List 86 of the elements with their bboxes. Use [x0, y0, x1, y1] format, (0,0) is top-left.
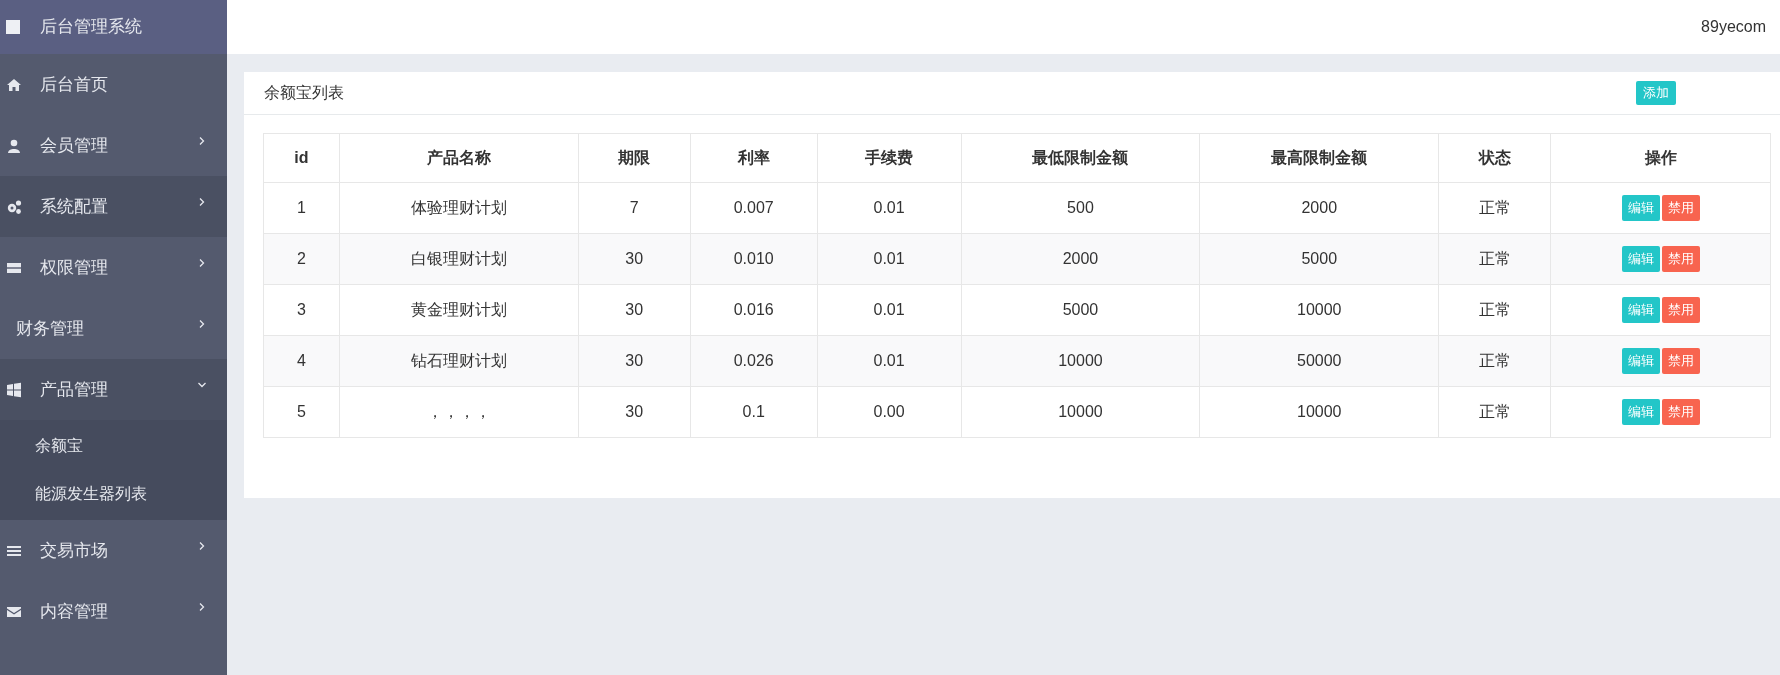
table-cell: 体验理财计划	[339, 182, 579, 234]
sidebar-item[interactable]: 会员管理	[0, 115, 227, 176]
column-header: 产品名称	[339, 133, 579, 183]
gears-icon	[6, 198, 22, 215]
table-cell: 5000	[961, 284, 1200, 336]
table-cell: 30	[578, 233, 691, 285]
column-header: id	[263, 133, 340, 183]
panel-title: 余额宝列表	[264, 83, 344, 103]
column-header: 操作	[1550, 133, 1771, 183]
home-icon	[6, 76, 22, 93]
table-cell: 50000	[1199, 335, 1439, 387]
sidebar-item[interactable]: 后台首页	[0, 54, 227, 115]
sidebar-item-label: 后台首页	[40, 73, 109, 96]
table-cell: 2000	[961, 233, 1200, 285]
table-cell: 0.01	[817, 335, 962, 387]
table-cell: 0.01	[817, 233, 962, 285]
sidebar-item-label: 内容管理	[40, 600, 109, 623]
disable-button[interactable]: 禁用	[1661, 246, 1700, 272]
table-cell: 2	[263, 233, 340, 285]
table-cell: 10000	[1199, 386, 1439, 438]
sidebar-item[interactable]: 交易市场	[0, 520, 227, 581]
table-cell: 0.1	[690, 386, 818, 438]
table-cell: 3	[263, 284, 340, 336]
column-header: 状态	[1438, 133, 1551, 183]
sidebar-item-label: 产品管理	[40, 378, 109, 401]
disable-button[interactable]: 禁用	[1661, 399, 1700, 425]
disable-button[interactable]: 禁用	[1661, 348, 1700, 374]
user-name: 89yecom	[1701, 17, 1766, 37]
add-button[interactable]: 添加	[1636, 81, 1676, 105]
sidebar-item-label: 权限管理	[40, 256, 109, 279]
column-header: 期限	[578, 133, 691, 183]
table-cell: 500	[961, 182, 1200, 234]
table-cell: 10000	[961, 386, 1200, 438]
user-icon	[6, 137, 22, 154]
table-cell: 30	[578, 335, 691, 387]
column-header: 最低限制金额	[961, 133, 1200, 183]
table-cell: 4	[263, 335, 340, 387]
sidebar-item-label: 会员管理	[40, 134, 109, 157]
table-cell: 30	[578, 284, 691, 336]
edit-button[interactable]: 编辑	[1621, 246, 1660, 272]
table-cell: 10000	[1199, 284, 1439, 336]
table-cell: 5000	[1199, 233, 1439, 285]
table-cell: 1	[263, 182, 340, 234]
table-cell: 白银理财计划	[339, 233, 579, 285]
table-cell: 正常	[1438, 386, 1551, 438]
square-icon	[6, 20, 20, 34]
edit-button[interactable]: 编辑	[1621, 399, 1660, 425]
disable-button[interactable]: 禁用	[1661, 195, 1700, 221]
table-cell: 0.00	[817, 386, 962, 438]
sidebar-item[interactable]: 产品管理	[0, 359, 227, 420]
table-cell: 0.01	[817, 182, 962, 234]
table-cell: 0.016	[690, 284, 818, 336]
table-cell: 正常	[1438, 233, 1551, 285]
submenu-item[interactable]: 能源发生器列表	[0, 470, 227, 518]
table-cell: 0.007	[690, 182, 818, 234]
sidebar-item[interactable]: 系统配置	[0, 176, 227, 237]
table-cell: 5	[263, 386, 340, 438]
sidebar-item[interactable]: 内容管理	[0, 581, 227, 642]
table-cell: 正常	[1438, 335, 1551, 387]
column-header: 手续费	[817, 133, 962, 183]
edit-button[interactable]: 编辑	[1621, 195, 1660, 221]
table-cell: 7	[578, 182, 691, 234]
sidebar-item[interactable]: 财务管理	[0, 298, 227, 359]
table-cell: 0.026	[690, 335, 818, 387]
table-cell: 黄金理财计划	[339, 284, 579, 336]
sidebar-item-label: 财务管理	[15, 317, 85, 340]
table-cell: 0.01	[817, 284, 962, 336]
column-header: 最高限制金额	[1199, 133, 1439, 183]
table-cell: ，，，，	[339, 386, 579, 438]
table-cell: 0.010	[690, 233, 818, 285]
table-cell: 正常	[1438, 284, 1551, 336]
sidebar-brand: 后台管理系统	[40, 16, 142, 39]
submenu-item[interactable]: 余额宝	[0, 422, 227, 470]
column-header: 利率	[690, 133, 818, 183]
windows-icon	[6, 381, 22, 398]
sidebar-item[interactable]: 权限管理	[0, 237, 227, 298]
sidebar-item-label: 系统配置	[40, 195, 109, 218]
table-cell: 10000	[961, 335, 1200, 387]
sidebar-item-label: 交易市场	[40, 539, 109, 562]
edit-button[interactable]: 编辑	[1621, 297, 1660, 323]
edit-button[interactable]: 编辑	[1621, 348, 1660, 374]
table-cell: 正常	[1438, 182, 1551, 234]
table-cell: 2000	[1199, 182, 1439, 234]
disable-button[interactable]: 禁用	[1661, 297, 1700, 323]
table-cell: 钻石理财计划	[339, 335, 579, 387]
table-cell: 30	[578, 386, 691, 438]
